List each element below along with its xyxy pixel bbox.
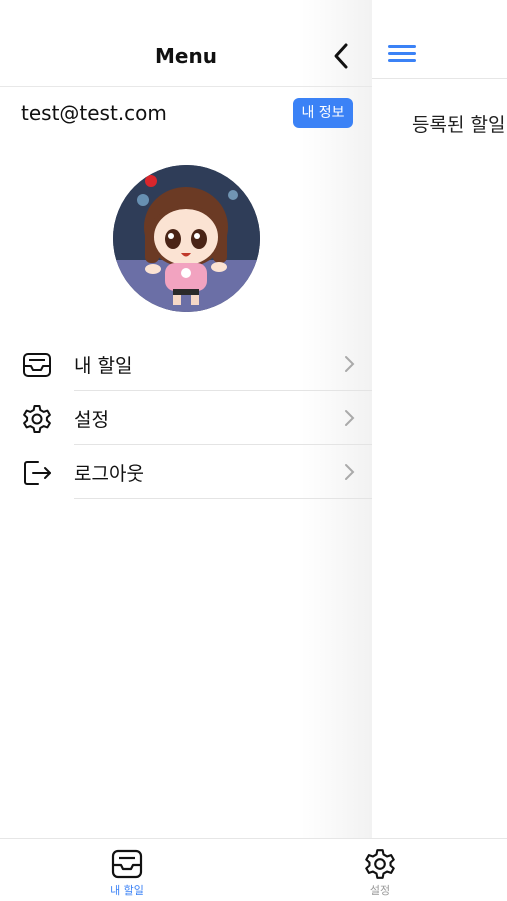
gear-icon [21, 403, 53, 435]
tab-label: 설정 [369, 884, 391, 897]
empty-todo-text: 등록된 할일 [412, 114, 506, 136]
my-info-button[interactable]: 내 정보 [293, 98, 353, 128]
bottom-tab-bar: 내 할일 설정 [0, 838, 507, 901]
tab-my-todos[interactable]: 내 할일 [67, 839, 187, 901]
chevron-right-icon [342, 353, 356, 375]
inbox-tray-icon [109, 847, 145, 881]
menu-item-logout[interactable]: 로그아웃 [0, 445, 372, 499]
drawer-title: Menu [155, 44, 217, 68]
logout-icon [21, 457, 53, 489]
menu-item-settings[interactable]: 설정 [0, 391, 372, 445]
main-header [372, 0, 507, 79]
side-drawer: Menu test@test.com 내 정보 내 할일 설정 로그아웃 [0, 0, 372, 838]
menu-item-label: 내 할일 [74, 355, 133, 377]
tab-label: 내 할일 [110, 884, 144, 897]
tab-settings[interactable]: 설정 [320, 839, 440, 901]
avatar [113, 165, 260, 312]
menu-item-label: 설정 [74, 409, 109, 431]
back-chevron-icon[interactable] [330, 42, 354, 70]
gear-icon [362, 847, 398, 881]
user-email: test@test.com [21, 101, 167, 125]
inbox-tray-icon [21, 349, 53, 381]
drawer-header: Menu [0, 0, 372, 87]
menu-item-label: 로그아웃 [74, 463, 144, 485]
hamburger-menu-icon[interactable] [388, 42, 418, 64]
chevron-right-icon [342, 407, 356, 429]
menu-item-my-todos[interactable]: 내 할일 [0, 337, 372, 391]
divider [74, 498, 372, 499]
chevron-right-icon [342, 461, 356, 483]
